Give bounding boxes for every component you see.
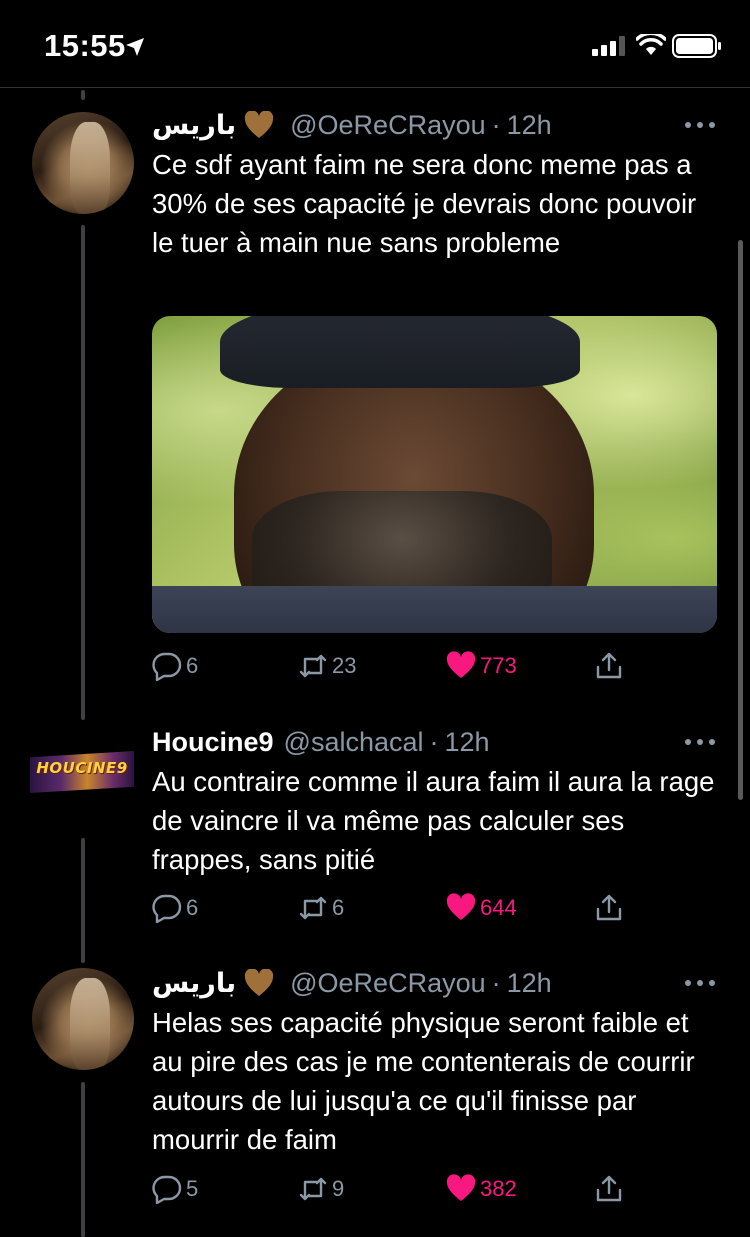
thread-connector — [81, 90, 85, 100]
photo-shirt — [152, 586, 717, 633]
display-name[interactable]: Houcine9 — [152, 727, 274, 758]
thread-connector — [81, 1082, 85, 1237]
photo-cap — [220, 316, 580, 388]
display-name[interactable]: باريس — [152, 968, 236, 999]
heart-filled-icon — [446, 651, 476, 678]
more-options-icon[interactable] — [684, 738, 716, 746]
tweet-actions: 6 6 644 — [152, 890, 642, 926]
thread-connector — [81, 838, 85, 963]
battery-icon — [672, 34, 721, 58]
share-icon — [596, 894, 622, 921]
share-button[interactable] — [594, 648, 624, 684]
avatar[interactable] — [32, 112, 134, 214]
like-count: 644 — [480, 895, 517, 920]
timestamp[interactable]: 12h — [445, 727, 490, 758]
retweet-button[interactable]: 9 — [298, 1171, 344, 1207]
user-handle[interactable]: @OeReCRayou — [290, 110, 486, 141]
timestamp[interactable]: 12h — [507, 110, 552, 141]
location-arrow-icon — [126, 38, 144, 56]
tweet-image[interactable] — [152, 316, 717, 633]
retweet-icon — [299, 654, 327, 678]
retweet-count: 23 — [332, 653, 357, 678]
separator-dot: · — [491, 967, 501, 998]
tweet-header: Houcine9 @salchacal · 12h — [152, 724, 490, 760]
share-button[interactable] — [594, 1171, 624, 1207]
retweet-count: 6 — [332, 895, 345, 920]
reply-count: 6 — [186, 895, 199, 920]
avatar[interactable]: HOUCINE9 — [30, 727, 134, 831]
separator-dot: · — [429, 726, 439, 757]
wifi-icon — [636, 34, 666, 55]
retweet-button[interactable]: 23 — [298, 648, 356, 684]
user-handle[interactable]: @salchacal — [284, 727, 424, 758]
reply-count: 5 — [186, 1176, 199, 1201]
like-button[interactable]: 773 — [446, 648, 517, 684]
like-button[interactable]: 644 — [446, 890, 517, 926]
avatar[interactable] — [32, 968, 134, 1070]
tweet-text: Au contraire comme il aura faim il aura … — [152, 766, 715, 875]
brown-heart-icon — [244, 111, 274, 138]
reply-button[interactable]: 6 — [152, 648, 198, 684]
scroll-indicator[interactable] — [738, 240, 743, 800]
like-button[interactable]: 382 — [446, 1171, 517, 1207]
avatar-text: HOUCINE9 — [36, 759, 128, 777]
tweet-actions: 6 23 773 — [152, 648, 642, 684]
tweet-text: Ce sdf ayant faim ne sera donc meme pas … — [152, 149, 697, 258]
brown-heart-icon — [244, 969, 274, 996]
share-icon — [596, 652, 622, 679]
reply-count: 6 — [186, 653, 199, 678]
tweet-header: باريس @OeReCRayou · 12h — [152, 965, 552, 1001]
heart-filled-icon — [446, 1174, 476, 1201]
reply-button[interactable]: 6 — [152, 890, 198, 926]
cellular-signal-icon — [592, 36, 625, 56]
retweet-icon — [299, 1177, 327, 1201]
more-options-icon[interactable] — [684, 121, 716, 129]
top-divider — [0, 87, 750, 88]
user-handle[interactable]: @OeReCRayou — [290, 968, 486, 999]
status-bar: 15:55 — [0, 0, 750, 88]
tweet-text: Helas ses capacité physique seront faibl… — [152, 1007, 695, 1155]
thread-connector — [81, 225, 85, 720]
tweet-header: باريس @OeReCRayou · 12h — [152, 107, 552, 143]
separator-dot: · — [491, 109, 501, 140]
reply-button[interactable]: 5 — [152, 1171, 198, 1207]
status-time: 15:55 — [44, 28, 126, 63]
like-count: 773 — [480, 653, 517, 678]
more-options-icon[interactable] — [684, 979, 716, 987]
timestamp[interactable]: 12h — [507, 968, 552, 999]
share-icon — [596, 1175, 622, 1202]
retweet-button[interactable]: 6 — [298, 890, 344, 926]
reply-icon — [152, 1175, 182, 1204]
display-name[interactable]: باريس — [152, 110, 236, 141]
like-count: 382 — [480, 1176, 517, 1201]
share-button[interactable] — [594, 890, 624, 926]
reply-icon — [152, 894, 182, 923]
retweet-icon — [299, 896, 327, 920]
retweet-count: 9 — [332, 1176, 345, 1201]
tweet-actions: 5 9 382 — [152, 1171, 642, 1207]
reply-icon — [152, 652, 182, 681]
heart-filled-icon — [446, 893, 476, 920]
